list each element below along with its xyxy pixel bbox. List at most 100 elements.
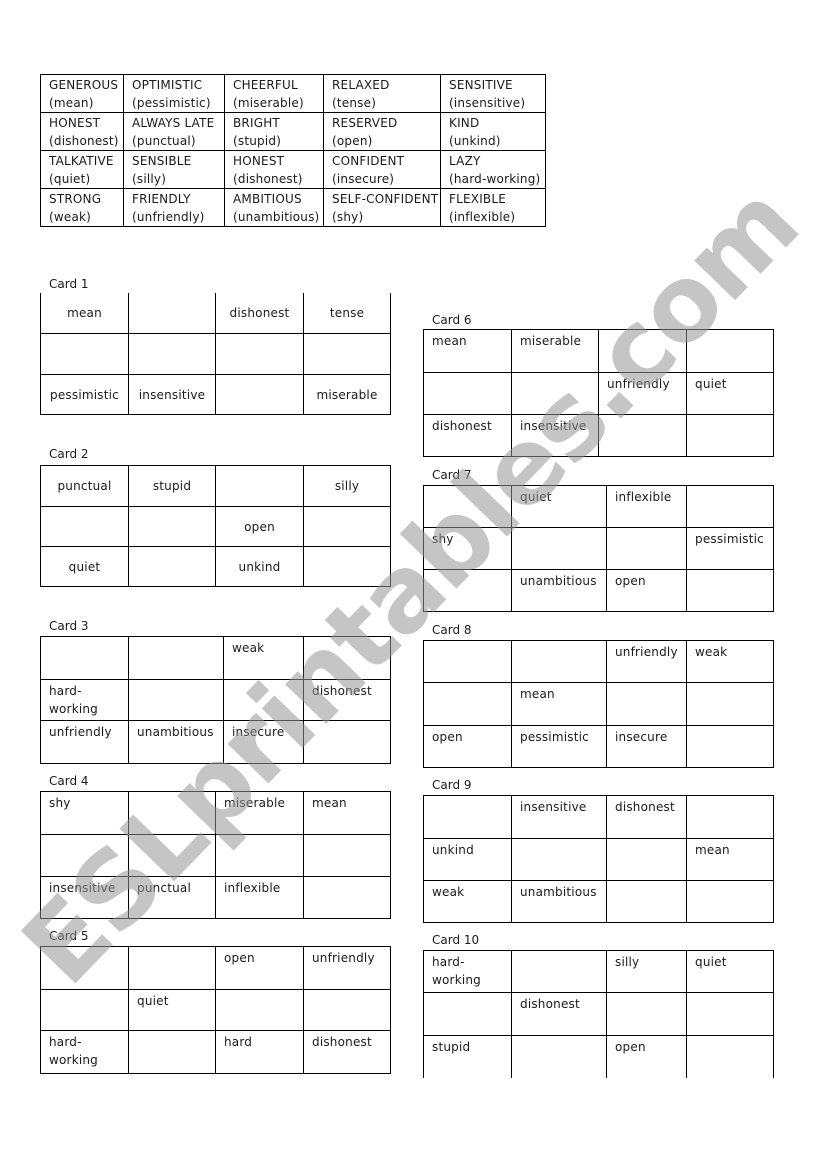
card-cell[interactable] (423, 992, 512, 1036)
card-cell[interactable]: miserable (303, 374, 391, 415)
card-cell[interactable] (128, 506, 216, 547)
card-cell[interactable] (686, 414, 774, 457)
card-cell[interactable] (40, 946, 129, 990)
card-cell[interactable] (423, 569, 512, 612)
card-cell[interactable] (303, 546, 391, 587)
card-cell[interactable] (598, 414, 687, 457)
card-cell[interactable]: weak (223, 636, 304, 680)
card-cell[interactable] (128, 1030, 216, 1074)
card-cell[interactable]: unfriendly (598, 372, 687, 415)
card-cell[interactable] (128, 834, 216, 877)
card-cell[interactable] (303, 989, 391, 1031)
card-cell[interactable] (606, 992, 687, 1036)
card-cell[interactable]: unambitious (128, 720, 224, 764)
card-cell[interactable] (686, 725, 774, 768)
card-cell[interactable]: shy (423, 527, 512, 570)
card-cell[interactable] (606, 682, 687, 726)
card-cell[interactable] (686, 992, 774, 1036)
card-cell[interactable]: unfriendly (606, 640, 687, 683)
card-cell[interactable] (215, 465, 304, 507)
card-cell[interactable] (686, 485, 774, 528)
card-cell[interactable] (40, 333, 129, 375)
card-cell[interactable] (511, 372, 599, 415)
card-cell[interactable] (303, 876, 391, 919)
card-cell[interactable] (423, 795, 512, 839)
card-cell[interactable]: unambitious (511, 569, 607, 612)
card-cell[interactable] (215, 374, 304, 415)
card-cell[interactable]: unkind (215, 546, 304, 587)
card-cell[interactable] (215, 989, 304, 1031)
card-cell[interactable] (128, 293, 216, 334)
card-cell[interactable]: stupid (128, 465, 216, 507)
card-cell[interactable] (606, 880, 687, 923)
card-cell[interactable] (128, 679, 224, 721)
card-cell[interactable] (303, 506, 391, 547)
card-cell[interactable]: insensitive (511, 795, 607, 839)
card-cell[interactable]: weak (423, 880, 512, 923)
card-cell[interactable] (686, 880, 774, 923)
card-cell[interactable]: insensitive (128, 374, 216, 415)
card-cell[interactable]: quiet (686, 372, 774, 415)
card-cell[interactable]: shy (40, 791, 129, 835)
card-cell[interactable] (128, 546, 216, 587)
card-cell[interactable]: open (606, 1035, 687, 1078)
card-cell[interactable] (511, 640, 607, 683)
card-cell[interactable]: miserable (511, 329, 599, 373)
card-cell[interactable] (686, 1035, 774, 1078)
card-cell[interactable]: quiet (128, 989, 216, 1031)
card-cell[interactable] (686, 682, 774, 726)
card-cell[interactable]: stupid (423, 1035, 512, 1078)
card-cell[interactable] (215, 834, 304, 877)
card-cell[interactable] (40, 989, 129, 1031)
card-cell[interactable] (215, 333, 304, 375)
card-cell[interactable] (686, 329, 774, 373)
card-cell[interactable]: mean (40, 293, 129, 334)
card-cell[interactable] (128, 946, 216, 990)
card-cell[interactable] (223, 679, 304, 721)
card-cell[interactable]: inflexible (215, 876, 304, 919)
card-cell[interactable]: miserable (215, 791, 304, 835)
card-cell[interactable]: hard (215, 1030, 304, 1074)
card-cell[interactable]: quiet (686, 950, 774, 993)
card-cell[interactable]: insecure (606, 725, 687, 768)
card-cell[interactable] (598, 329, 687, 373)
card-cell[interactable] (303, 333, 391, 375)
card-cell[interactable]: pessimistic (511, 725, 607, 768)
card-cell[interactable]: hard-working (40, 1030, 129, 1074)
card-cell[interactable] (40, 506, 129, 547)
card-cell[interactable]: inflexible (606, 485, 687, 528)
card-cell[interactable]: mean (303, 791, 391, 835)
card-cell[interactable]: insensitive (511, 414, 599, 457)
card-cell[interactable]: tense (303, 293, 391, 334)
card-cell[interactable]: silly (303, 465, 391, 507)
card-cell[interactable] (511, 950, 607, 993)
card-cell[interactable]: insecure (223, 720, 304, 764)
card-cell[interactable] (423, 485, 512, 528)
card-cell[interactable]: weak (686, 640, 774, 683)
card-cell[interactable]: unambitious (511, 880, 607, 923)
card-cell[interactable] (686, 569, 774, 612)
card-cell[interactable] (423, 682, 512, 726)
card-cell[interactable]: dishonest (215, 293, 304, 334)
card-cell[interactable] (303, 636, 391, 680)
card-cell[interactable] (606, 527, 687, 570)
card-cell[interactable]: unfriendly (303, 946, 391, 990)
card-cell[interactable]: open (606, 569, 687, 612)
card-cell[interactable]: unkind (423, 838, 512, 881)
card-cell[interactable] (686, 795, 774, 839)
card-cell[interactable]: pessimistic (40, 374, 129, 415)
card-cell[interactable]: silly (606, 950, 687, 993)
card-cell[interactable]: mean (686, 838, 774, 881)
card-cell[interactable]: punctual (128, 876, 216, 919)
card-cell[interactable] (423, 640, 512, 683)
card-cell[interactable] (128, 333, 216, 375)
card-cell[interactable]: quiet (511, 485, 607, 528)
card-cell[interactable]: mean (511, 682, 607, 726)
card-cell[interactable]: hard-working (423, 950, 512, 993)
card-cell[interactable]: mean (423, 329, 512, 373)
card-cell[interactable]: hard-working (40, 679, 129, 721)
card-cell[interactable] (303, 720, 391, 764)
card-cell[interactable]: dishonest (511, 992, 607, 1036)
card-cell[interactable] (423, 372, 512, 415)
card-cell[interactable]: unfriendly (40, 720, 129, 764)
